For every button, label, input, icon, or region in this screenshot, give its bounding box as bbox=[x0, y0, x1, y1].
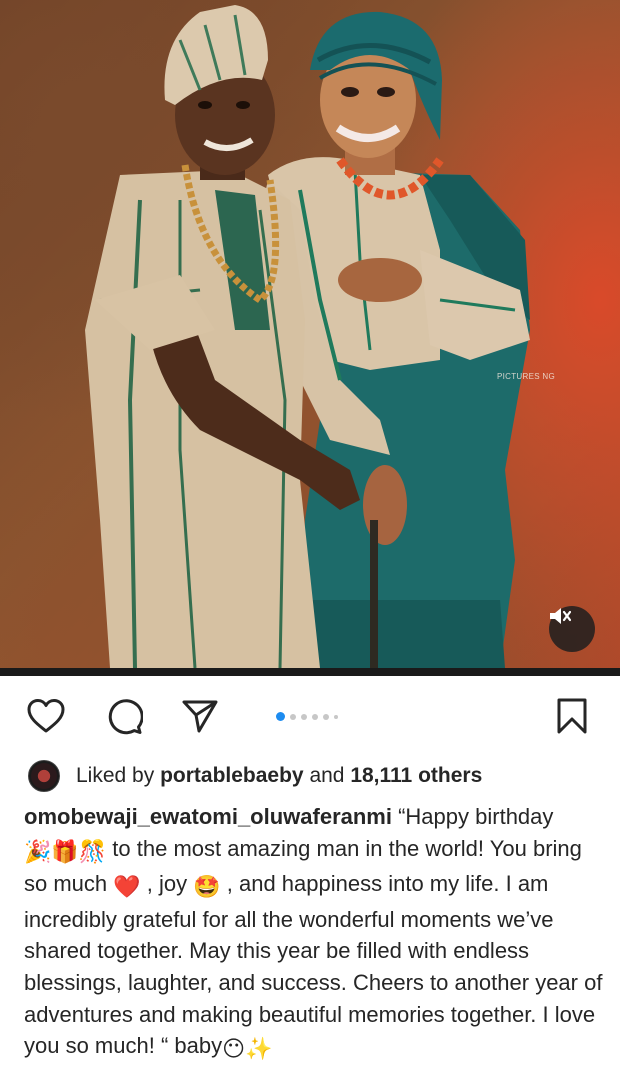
liker-username[interactable]: portablebaeby bbox=[160, 764, 304, 787]
save-button[interactable] bbox=[552, 696, 592, 736]
post-caption: omobewaji_ewatomi_oluwaferanmi “Happy bi… bbox=[24, 801, 604, 1066]
post-photo[interactable]: PICTURES NG bbox=[0, 0, 620, 668]
avatar[interactable] bbox=[28, 760, 60, 792]
post-action-bar bbox=[0, 690, 620, 740]
photo-watermark: PICTURES NG bbox=[497, 372, 555, 381]
photo-divider bbox=[0, 668, 620, 676]
carousel-dot-active bbox=[276, 712, 285, 721]
carousel-dot bbox=[301, 713, 307, 720]
likes-summary: Liked by portablebaeby and 18,111 others bbox=[76, 764, 483, 787]
shy-sparkles-emoji: 😶✨ bbox=[222, 1037, 273, 1063]
carousel-dot bbox=[334, 714, 338, 719]
paper-plane-icon bbox=[182, 700, 218, 733]
carousel-dot bbox=[290, 713, 296, 720]
likes-count[interactable]: 18,111 others bbox=[350, 764, 482, 787]
star-struck-emoji: 🤩 bbox=[193, 875, 221, 901]
mute-button[interactable] bbox=[549, 606, 595, 652]
comment-bubble-icon bbox=[108, 699, 143, 735]
couple-illustration bbox=[85, 5, 530, 668]
bookmark-icon bbox=[557, 698, 587, 734]
likes-row[interactable]: Liked by portablebaeby and 18,111 others bbox=[28, 758, 482, 794]
carousel-dot bbox=[323, 713, 329, 720]
carousel-indicator bbox=[276, 712, 338, 721]
comment-button[interactable] bbox=[104, 696, 144, 736]
speaker-muted-icon bbox=[550, 608, 571, 624]
share-button[interactable] bbox=[180, 696, 220, 736]
heart-emoji: ❤️ bbox=[113, 875, 141, 901]
like-button[interactable] bbox=[26, 696, 66, 736]
heart-icon bbox=[27, 699, 65, 733]
celebration-emoji: 🎉🎁🎊 bbox=[24, 839, 107, 865]
carousel-dot bbox=[312, 713, 318, 720]
caption-username[interactable]: omobewaji_ewatomi_oluwaferanmi bbox=[24, 804, 392, 829]
